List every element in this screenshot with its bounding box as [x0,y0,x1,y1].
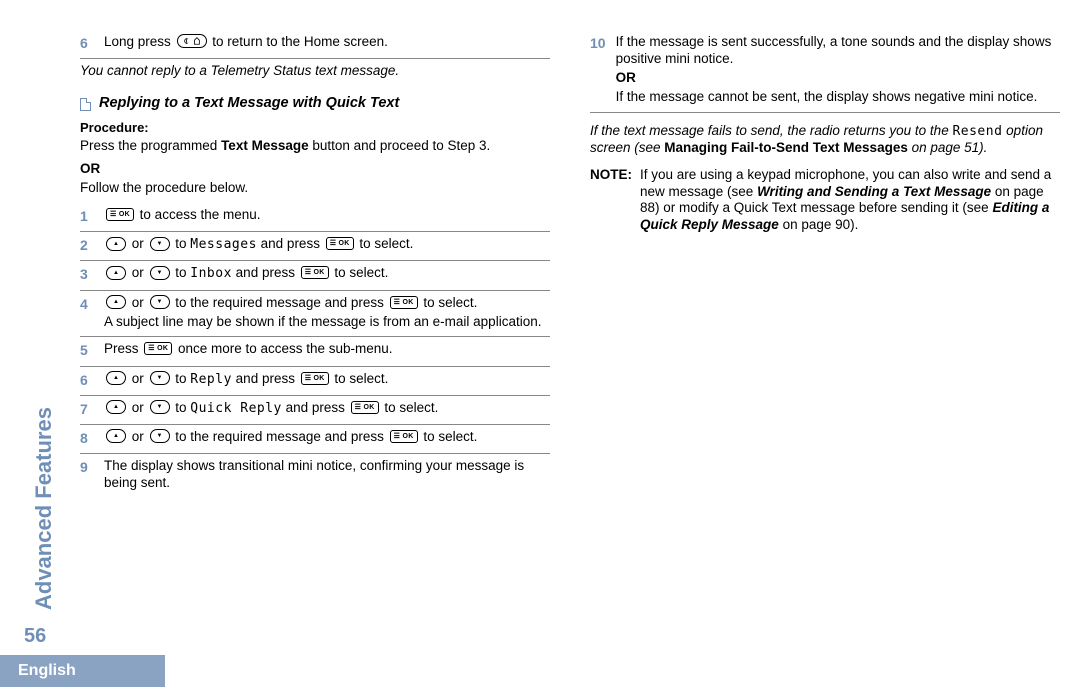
step-row: 1 to access the menu. [80,203,550,231]
down-arrow-icon [150,266,170,280]
prelim-step-6: 6 Long press to return to the Home scree… [80,30,550,59]
down-arrow-icon [150,237,170,251]
step-row: 7 or to Quick Reply and press to select. [80,395,550,424]
ok-button-icon [390,430,418,443]
left-column: 6 Long press to return to the Home scree… [80,30,550,498]
ok-button-icon [326,237,354,250]
up-arrow-icon [106,400,126,414]
ok-button-icon [301,372,329,385]
up-arrow-icon [106,295,126,309]
up-arrow-icon [106,429,126,443]
page-number: 56 [24,624,46,649]
step-10: 10 If the message is sent successfully, … [590,30,1060,113]
down-arrow-icon [150,400,170,414]
telemetry-note: You cannot reply to a Telemetry Status t… [80,63,550,80]
down-arrow-icon [150,295,170,309]
right-column: 10 If the message is sent successfully, … [590,30,1060,498]
page-icon [80,98,91,111]
down-arrow-icon [150,371,170,385]
language-footer: English [0,655,165,687]
up-arrow-icon [106,237,126,251]
step-number: 6 [80,34,94,52]
procedure-follow: Follow the procedure below. [80,180,550,197]
language-label: English [18,661,76,681]
step-row: 9 The display shows transitional mini no… [80,453,550,498]
procedure-label: Procedure: [80,120,550,136]
step-row: 5 Press once more to access the sub-menu… [80,336,550,365]
fail-note: If the text message fails to send, the r… [590,123,1060,157]
ok-button-icon [301,266,329,279]
step-list: 1 to access the menu. 2 or to Messages a… [80,203,550,498]
ok-button-icon [390,296,418,309]
step-row: 4 or to the required message and press t… [80,290,550,337]
section-sidebar-title: Advanced Features [30,407,58,610]
up-arrow-icon [106,371,126,385]
ok-button-icon [144,342,172,355]
section-title: Replying to a Text Message with Quick Te… [99,94,399,112]
step-row: 8 or to the required message and press t… [80,424,550,453]
procedure-intro: Press the programmed Text Message button… [80,138,550,155]
note-label: NOTE: [590,167,632,235]
step-body: Long press to return to the Home screen. [104,34,550,51]
note-block: NOTE: If you are using a keypad micropho… [590,167,1060,235]
up-arrow-icon [106,266,126,280]
or-label: OR [80,161,550,178]
step-row: 2 or to Messages and press to select. [80,231,550,260]
manual-page: Advanced Features 56 English 6 Long pres… [0,0,1080,698]
section-heading: Replying to a Text Message with Quick Te… [80,94,550,112]
down-arrow-icon [150,429,170,443]
ok-button-icon [351,401,379,414]
step-row: 6 or to Reply and press to select. [80,366,550,395]
step-row: 3 or to Inbox and press to select. [80,260,550,289]
home-button-icon [177,34,207,48]
note-body: If you are using a keypad microphone, yo… [640,167,1060,235]
ok-button-icon [106,208,134,221]
